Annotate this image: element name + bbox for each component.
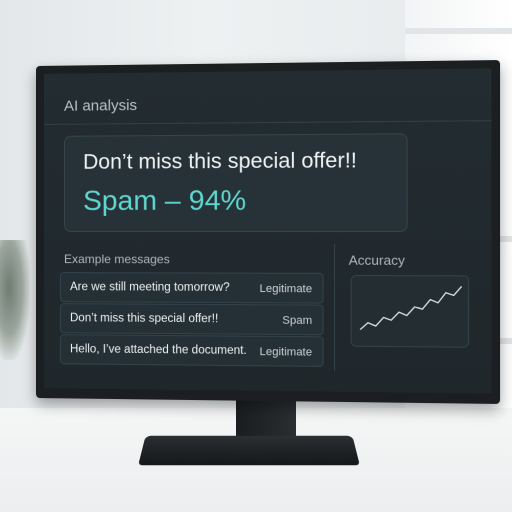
example-message-row[interactable]: Don’t miss this special offer!! Spam	[60, 303, 324, 335]
example-message-text: Don’t miss this special offer!!	[70, 312, 218, 325]
app-title: AI analysis	[64, 97, 137, 115]
example-message-label: Legitimate	[260, 346, 313, 359]
monitor-stand-base	[138, 436, 360, 466]
background-shelf	[405, 28, 512, 34]
screen: AI analysis Don’t miss this special offe…	[44, 68, 492, 393]
analyzed-message: Don’t miss this special offer!!	[83, 149, 357, 175]
examples-heading: Example messages	[64, 252, 170, 266]
example-message-label: Spam	[282, 315, 312, 327]
spam-verdict: Spam – 94%	[83, 184, 246, 217]
accuracy-chart-card	[351, 275, 469, 348]
background-plant	[0, 240, 30, 360]
example-message-text: Hello, I’ve attached the document.	[70, 343, 247, 357]
accuracy-sparkline	[352, 276, 470, 349]
example-message-row[interactable]: Hello, I’ve attached the document. Legit…	[60, 334, 324, 367]
example-message-row[interactable]: Are we still meeting tomorrow? Legitimat…	[60, 272, 324, 303]
header-divider	[44, 120, 492, 125]
example-message-label: Legitimate	[260, 283, 313, 295]
analysis-result-card: Don’t miss this special offer!! Spam – 9…	[64, 133, 408, 232]
accuracy-trend-line	[360, 286, 461, 330]
monitor: AI analysis Don’t miss this special offe…	[36, 60, 500, 404]
panel-divider	[334, 244, 335, 371]
accuracy-heading: Accuracy	[349, 252, 405, 268]
example-message-text: Are we still meeting tomorrow?	[70, 281, 230, 294]
example-messages-list: Are we still meeting tomorrow? Legitimat…	[60, 272, 324, 368]
